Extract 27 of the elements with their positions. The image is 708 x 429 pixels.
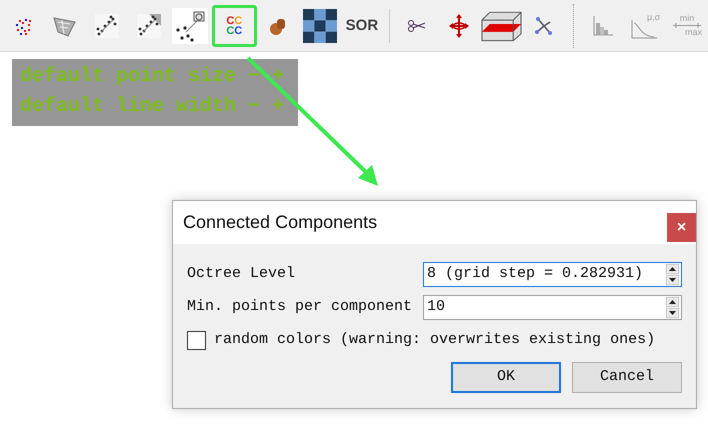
cloud-link-icon	[172, 8, 208, 44]
dialog-button[interactable]: OK	[451, 362, 561, 393]
dialog-title: Connected Components	[183, 211, 378, 234]
checkerboard-icon	[303, 8, 338, 42]
spinner-arrows-icon	[666, 296, 679, 318]
setting-label: default line width	[20, 94, 236, 120]
toolbar-button[interactable]: CC CC	[212, 4, 257, 46]
scatter-icon	[136, 14, 160, 38]
sor-icon: SOR	[346, 18, 378, 33]
move-icon	[448, 14, 470, 38]
close-button[interactable]: ×	[667, 213, 696, 242]
field-label: Octree Level	[187, 264, 296, 284]
spinner-arrows-icon	[666, 264, 679, 284]
field-label: Min. points per component	[187, 296, 412, 317]
clipping-box-icon	[480, 10, 524, 42]
checkbox[interactable]	[187, 330, 206, 350]
spin-field[interactable]: 8 (grid step = 0.282931)	[423, 262, 682, 286]
graph-icon	[534, 16, 554, 36]
components-icon: CC CC	[226, 16, 242, 36]
checkbox-label: random colors (warning: overwrites existing ones)	[214, 330, 656, 350]
setting-label: default point size	[20, 64, 236, 90]
scatter-icon	[94, 14, 119, 38]
scissors-icon	[406, 18, 427, 32]
histogram-icon	[592, 14, 614, 36]
spin-field[interactable]: 10	[423, 294, 682, 320]
dialog-button[interactable]: Cancel	[572, 362, 682, 393]
toolbar-button[interactable]: SOR	[341, 4, 382, 46]
